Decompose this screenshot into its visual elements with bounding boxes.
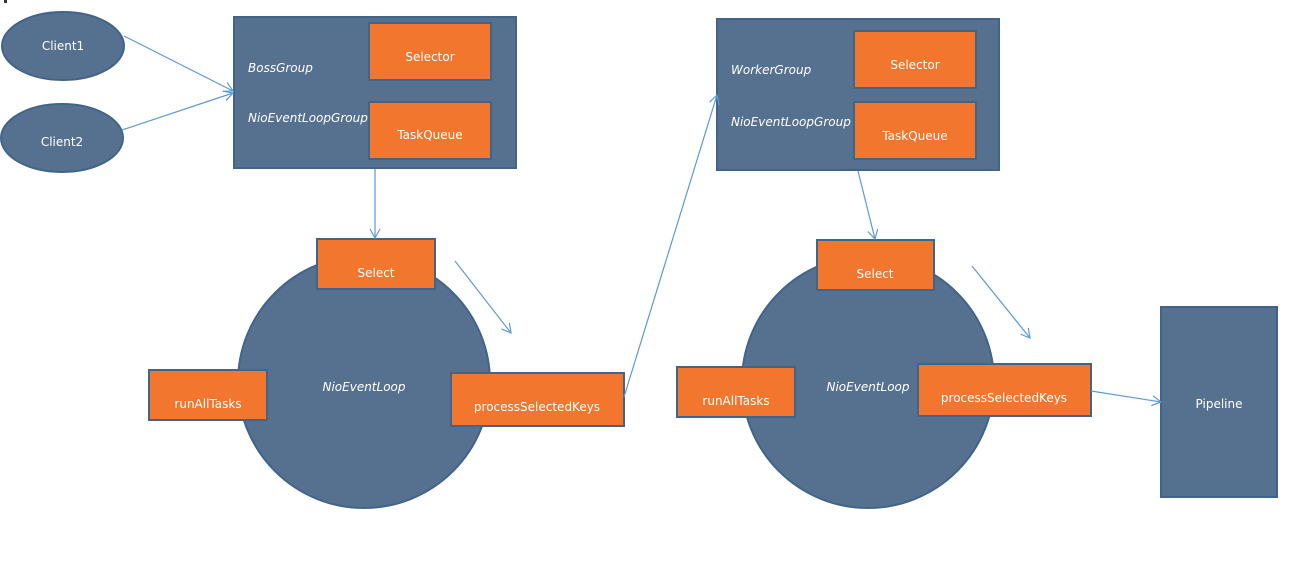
boss-runalltasks-label: runAllTasks: [174, 397, 241, 411]
boss-group-subtitle: NioEventLoopGroup: [248, 111, 368, 125]
boss-processkeys-label: processSelectedKeys: [474, 400, 600, 414]
worker-select-label: Select: [856, 267, 893, 281]
arrow-boss-process-to-worker: [623, 93, 720, 398]
boss-taskqueue-label: TaskQueue: [396, 128, 462, 142]
arrow-client1-to-boss: [123, 35, 235, 93]
boss-group-title: BossGroup: [248, 61, 313, 75]
client2-label: Client2: [41, 135, 83, 149]
boss-group-box: BossGroup NioEventLoopGroup Selector Tas…: [233, 16, 517, 169]
pipeline-label: Pipeline: [1196, 397, 1243, 411]
boss-event-loop: NioEventLoop Select runAllTasks processS…: [148, 238, 625, 509]
boss-runalltasks-box: [148, 369, 268, 421]
client1-node: Client1: [1, 11, 125, 81]
arrow-process-to-pipeline: [1090, 390, 1163, 407]
worker-runalltasks-label: runAllTasks: [702, 394, 769, 408]
worker-group-title: WorkerGroup: [731, 63, 812, 77]
worker-group-box: WorkerGroup NioEventLoopGroup Selector T…: [716, 18, 1000, 171]
client1-label: Client1: [42, 39, 84, 53]
worker-processkeys-box: [917, 363, 1092, 417]
worker-processkeys-label: processSelectedKeys: [941, 391, 1067, 405]
diagram-canvas: Client1 Client2 BossGroup NioEventLoopGr…: [0, 0, 1278, 509]
arrow-client2-to-boss: [121, 90, 235, 131]
boss-select-box: [316, 238, 436, 290]
corner-mark: [4, 0, 7, 3]
client2-node: Client2: [0, 103, 124, 173]
boss-selector-label: Selector: [405, 50, 454, 64]
worker-group-subtitle: NioEventLoopGroup: [731, 115, 851, 129]
worker-runalltasks-box: [676, 366, 796, 418]
boss-select-label: Select: [357, 266, 394, 280]
pipeline-node: Pipeline: [1160, 306, 1278, 498]
worker-select-box: [816, 239, 935, 291]
worker-loop-label: NioEventLoop: [826, 380, 909, 394]
boss-loop-label: NioEventLoop: [322, 380, 405, 394]
worker-selector-label: Selector: [890, 58, 939, 72]
arrow-worker-to-select: [857, 170, 879, 241]
worker-event-loop: NioEventLoop Select runAllTasks processS…: [676, 239, 1092, 509]
worker-taskqueue-label: TaskQueue: [881, 129, 947, 143]
